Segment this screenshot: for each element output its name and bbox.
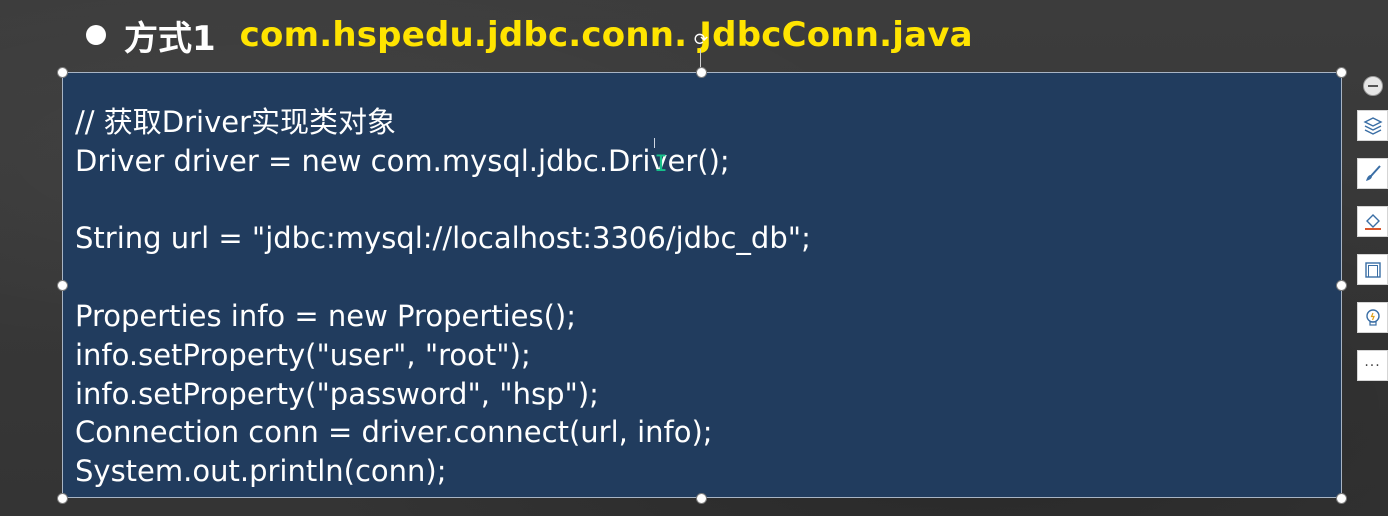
code-line: // 获取Driver实现类对象 (75, 105, 396, 139)
code-line: String url = "jdbc:mysql://localhost:330… (75, 221, 811, 256)
code-line: System.out.println(conn); (75, 454, 447, 489)
more-button[interactable]: ··· (1357, 350, 1388, 381)
resize-handle-left[interactable] (57, 280, 68, 291)
code-line: info.setProperty("user", "root"); (75, 337, 531, 372)
collapse-icon[interactable] (1363, 76, 1383, 96)
more-icon: ··· (1364, 357, 1381, 374)
slide-title: 方式1 com.hspedu.jdbc.conn. JdbcConn.java (86, 10, 973, 60)
frame-button[interactable] (1357, 254, 1388, 285)
title-file-path: com.hspedu.jdbc.conn. JdbcConn.java (239, 15, 973, 55)
resize-handle-top-left[interactable] (57, 67, 68, 78)
fill-button[interactable] (1357, 206, 1388, 237)
code-text-box[interactable]: // 获取Driver实现类对象 Driver driver = new com… (62, 72, 1342, 498)
fill-icon (1364, 213, 1381, 230)
text-cursor-icon: I (654, 152, 668, 177)
frame-icon (1364, 261, 1381, 278)
text-caret (654, 138, 655, 148)
code-line: Properties info = new Properties(); (75, 298, 577, 333)
resize-handle-bottom-left[interactable] (57, 493, 68, 504)
layers-button[interactable] (1357, 110, 1388, 141)
resize-handle-right[interactable] (1336, 280, 1347, 291)
bullet-icon (86, 25, 106, 45)
brush-icon (1365, 164, 1381, 181)
resize-handle-top-right[interactable] (1336, 67, 1347, 78)
resize-handle-bottom[interactable] (696, 493, 707, 504)
code-lines: // 获取Driver实现类对象 Driver driver = new com… (75, 103, 811, 491)
ideas-button[interactable] (1357, 302, 1388, 333)
resize-handle-bottom-right[interactable] (1336, 493, 1347, 504)
title-label: 方式1 (124, 18, 216, 59)
rotate-handle-icon[interactable]: ⟳ (692, 31, 710, 49)
layers-icon (1362, 116, 1383, 135)
code-line: Driver driver = new com.mysql.jdbc.Drive… (75, 143, 730, 178)
code-line: info.setProperty("password", "hsp"); (75, 376, 599, 411)
brush-button[interactable] (1357, 158, 1388, 189)
code-line: Connection conn = driver.connect(url, in… (75, 415, 713, 450)
resize-handle-top[interactable] (696, 67, 707, 78)
lightbulb-icon (1365, 308, 1380, 326)
